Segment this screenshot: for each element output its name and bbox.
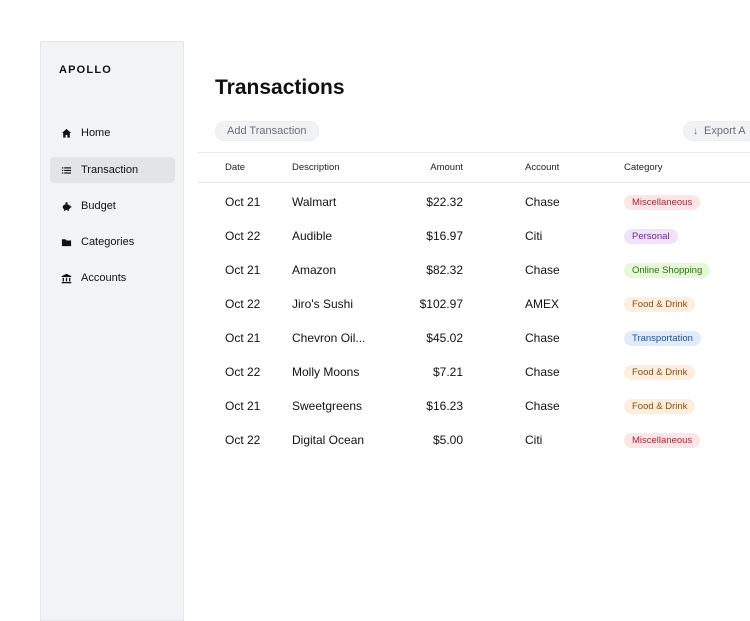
table-row[interactable]: Oct 21 Walmart $22.32 Chase Miscellaneous <box>197 185 750 219</box>
sidebar-item-transaction[interactable]: Transaction <box>50 157 175 183</box>
brand-logo: APOLLO <box>59 64 113 76</box>
table-row[interactable]: Oct 22 Audible $16.97 Citi Personal <box>197 219 750 253</box>
category-badge[interactable]: Miscellaneous <box>624 433 701 449</box>
sidebar-item-label: Accounts <box>81 272 127 284</box>
sidebar-item-budget[interactable]: Budget <box>50 193 175 219</box>
description-cell: Molly Moons <box>292 365 360 379</box>
sidebar: APOLLO Home Transaction Budget Categorie… <box>40 41 184 621</box>
description-cell: Amazon <box>292 263 337 277</box>
table-body: Oct 21 Walmart $22.32 Chase Miscellaneous Oct… <box>197 185 750 457</box>
category-cell: Miscellaneous <box>624 423 701 457</box>
date-cell: Oct 22 <box>225 433 261 447</box>
category-badge[interactable]: Transportation <box>624 331 701 347</box>
category-cell: Food & Drink <box>624 389 696 423</box>
column-header-description[interactable]: Description <box>292 153 340 182</box>
export-button[interactable]: ↓ Export A <box>683 121 750 141</box>
category-badge[interactable]: Personal <box>624 229 678 245</box>
home-icon <box>60 127 72 139</box>
date-cell: Oct 22 <box>225 229 261 243</box>
category-badge[interactable]: Miscellaneous <box>624 195 701 211</box>
category-badge[interactable]: Food & Drink <box>624 365 696 381</box>
description-cell: Sweetgreens <box>292 399 363 413</box>
category-badge[interactable]: Food & Drink <box>624 399 696 415</box>
column-header-account[interactable]: Account <box>525 153 559 182</box>
account-cell: Chase <box>525 365 560 379</box>
amount-cell: $82.32 <box>426 263 463 277</box>
date-cell: Oct 21 <box>225 331 261 345</box>
category-badge[interactable]: Online Shopping <box>624 263 711 279</box>
main-content: Transactions Add Transaction ↓ Export A … <box>185 41 750 600</box>
description-cell: Walmart <box>292 195 337 209</box>
table-row[interactable]: Oct 21 Chevron Oil... $45.02 Chase Transport… <box>197 321 750 355</box>
table-row[interactable]: Oct 22 Jiro's Sushi $102.97 AMEX Food & Drin… <box>197 287 750 321</box>
account-cell: Citi <box>525 229 543 243</box>
page-title: Transactions <box>215 76 345 99</box>
column-header-category[interactable]: Category <box>624 153 663 182</box>
piggy-bank-icon <box>60 200 72 212</box>
account-cell: Chase <box>525 263 560 277</box>
category-cell: Food & Drink <box>624 287 696 321</box>
category-cell: Miscellaneous <box>624 185 701 219</box>
account-cell: Chase <box>525 399 560 413</box>
sidebar-item-label: Categories <box>81 236 135 248</box>
date-cell: Oct 21 <box>225 399 261 413</box>
table-row[interactable]: Oct 21 Sweetgreens $16.23 Chase Food & Drink <box>197 389 750 423</box>
table-row[interactable]: Oct 21 Amazon $82.32 Chase Online Shopping <box>197 253 750 287</box>
account-cell: Citi <box>525 433 543 447</box>
folder-icon <box>60 236 72 248</box>
sidebar-item-label: Budget <box>81 200 116 212</box>
table-row[interactable]: Oct 22 Digital Ocean $5.00 Citi Miscellaneou… <box>197 423 750 457</box>
table-row[interactable]: Oct 22 Molly Moons $7.21 Chase Food & Drink <box>197 355 750 389</box>
amount-cell: $7.21 <box>432 365 463 379</box>
date-cell: Oct 22 <box>225 297 261 311</box>
amount-cell: $45.02 <box>426 331 463 345</box>
amount-cell: $22.32 <box>426 195 463 209</box>
date-cell: Oct 21 <box>225 263 261 277</box>
sidebar-item-label: Transaction <box>81 164 139 176</box>
category-cell: Transportation <box>624 321 701 355</box>
amount-cell: $102.97 <box>419 297 463 311</box>
category-cell: Food & Drink <box>624 355 696 389</box>
sidebar-item-home[interactable]: Home <box>50 120 175 146</box>
description-cell: Chevron Oil... <box>292 331 366 345</box>
account-cell: Chase <box>525 195 560 209</box>
column-header-date[interactable]: Date <box>225 153 245 182</box>
date-cell: Oct 21 <box>225 195 261 209</box>
list-icon <box>60 164 72 176</box>
description-cell: Audible <box>292 229 333 243</box>
description-cell: Jiro's Sushi <box>292 297 353 311</box>
amount-cell: $5.00 <box>432 433 463 447</box>
sidebar-item-label: Home <box>81 127 111 139</box>
arrow-down-icon: ↓ <box>693 125 698 137</box>
category-badge[interactable]: Food & Drink <box>624 297 696 313</box>
category-cell: Personal <box>624 219 678 253</box>
account-cell: AMEX <box>525 297 560 311</box>
transactions-table: Date Description Amount Account Category… <box>197 152 750 457</box>
amount-cell: $16.23 <box>426 399 463 413</box>
table-header-row: Date Description Amount Account Category <box>197 152 750 183</box>
description-cell: Digital Ocean <box>292 433 365 447</box>
export-button-label: Export A <box>704 125 746 137</box>
date-cell: Oct 22 <box>225 365 261 379</box>
category-cell: Online Shopping <box>624 253 711 287</box>
amount-cell: $16.97 <box>426 229 463 243</box>
sidebar-item-categories[interactable]: Categories <box>50 229 175 255</box>
bank-icon <box>60 272 72 284</box>
add-transaction-button[interactable]: Add Transaction <box>215 121 319 141</box>
column-header-amount[interactable]: Amount <box>397 153 463 182</box>
account-cell: Chase <box>525 331 560 345</box>
sidebar-item-accounts[interactable]: Accounts <box>50 265 175 291</box>
